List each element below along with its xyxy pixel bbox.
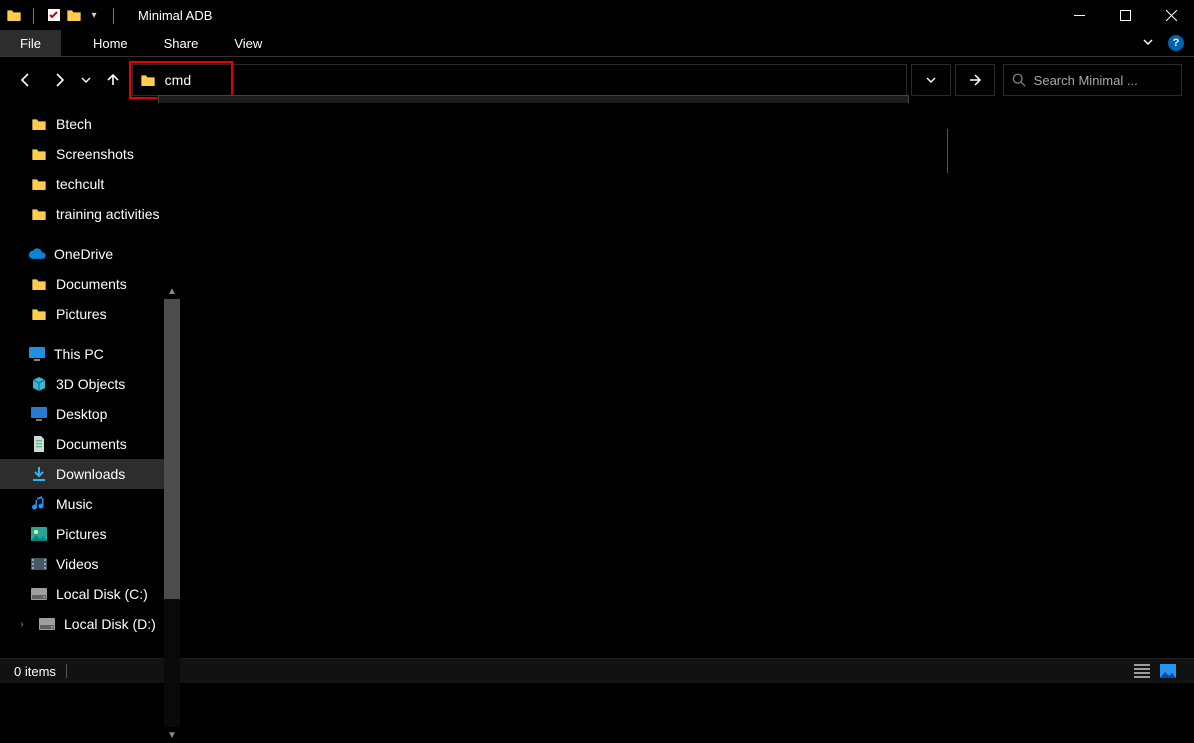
navigation-row: cmd Search for "cmd" Search Minimal ... bbox=[0, 57, 1194, 103]
sidebar-item-screenshots[interactable]: Screenshots bbox=[0, 139, 180, 169]
sidebar-item-onedrive-documents[interactable]: Documents bbox=[0, 269, 180, 299]
music-icon bbox=[30, 495, 48, 513]
sidebar-item-label: Desktop bbox=[56, 406, 107, 422]
folder-icon bbox=[30, 175, 48, 193]
view-details-button[interactable] bbox=[1130, 662, 1154, 680]
column-divider bbox=[947, 129, 948, 173]
sidebar-item-label: Local Disk (D:) bbox=[64, 616, 156, 632]
sidebar-item-btech[interactable]: Btech bbox=[0, 109, 180, 139]
sidebar-item-label: training activities bbox=[56, 206, 160, 222]
navigation-pane: Btech Screenshots techcult training acti… bbox=[0, 103, 180, 658]
sidebar-item-local-disk-d[interactable]: › Local Disk (D:) bbox=[0, 609, 180, 639]
address-input[interactable] bbox=[163, 71, 900, 89]
sidebar-item-desktop[interactable]: Desktop bbox=[0, 399, 180, 429]
sidebar-item-label: OneDrive bbox=[54, 246, 113, 262]
nav-recent-dropdown[interactable] bbox=[78, 65, 95, 95]
address-history-dropdown[interactable] bbox=[911, 64, 951, 96]
ribbon-collapse-icon[interactable] bbox=[1142, 36, 1154, 51]
nav-up-button[interactable] bbox=[99, 65, 128, 95]
help-icon[interactable]: ? bbox=[1168, 35, 1184, 51]
disk-icon bbox=[30, 585, 48, 603]
sidebar-item-downloads[interactable]: Downloads bbox=[0, 459, 180, 489]
folder-icon bbox=[30, 205, 48, 223]
tab-home[interactable]: Home bbox=[75, 30, 146, 56]
search-icon bbox=[1012, 73, 1026, 87]
document-icon bbox=[30, 435, 48, 453]
folder-icon bbox=[30, 145, 48, 163]
maximize-button[interactable] bbox=[1102, 0, 1148, 30]
sidebar-item-onedrive[interactable]: OneDrive bbox=[0, 239, 180, 269]
desktop-icon bbox=[30, 405, 48, 423]
address-folder-icon bbox=[139, 71, 157, 89]
sidebar-item-label: Downloads bbox=[56, 466, 125, 482]
picture-icon bbox=[30, 525, 48, 543]
folder-icon bbox=[30, 305, 48, 323]
sidebar-item-label: techcult bbox=[56, 176, 104, 192]
address-go-button[interactable] bbox=[955, 64, 995, 96]
scroll-up-icon[interactable]: ▲ bbox=[164, 283, 180, 299]
sidebar-item-label: This PC bbox=[54, 346, 104, 362]
search-placeholder: Search Minimal ... bbox=[1034, 73, 1138, 88]
qat-divider-icon: │ bbox=[26, 7, 42, 23]
view-thumbnails-button[interactable] bbox=[1156, 662, 1180, 680]
nav-back-button[interactable] bbox=[12, 65, 41, 95]
sidebar-item-label: Documents bbox=[56, 436, 127, 452]
window-title: Minimal ADB bbox=[138, 8, 212, 23]
status-separator bbox=[66, 664, 67, 678]
address-bar[interactable] bbox=[132, 64, 907, 96]
sidebar-item-3d-objects[interactable]: 3D Objects bbox=[0, 369, 180, 399]
status-item-count: 0 items bbox=[14, 664, 56, 679]
sidebar-item-label: Music bbox=[56, 496, 93, 512]
disk-icon bbox=[38, 615, 56, 633]
scroll-down-icon[interactable]: ▼ bbox=[164, 727, 180, 743]
titlebar: │ ▾ │ Minimal ADB bbox=[0, 0, 1194, 30]
qat-folder-icon[interactable] bbox=[66, 7, 82, 23]
video-icon bbox=[30, 555, 48, 573]
minimize-button[interactable] bbox=[1056, 0, 1102, 30]
sidebar-item-label: Documents bbox=[56, 276, 127, 292]
sidebar-item-label: 3D Objects bbox=[56, 376, 125, 392]
sidebar-item-documents[interactable]: Documents bbox=[0, 429, 180, 459]
main-area: Btech Screenshots techcult training acti… bbox=[0, 103, 1194, 658]
sidebar-item-local-disk-c[interactable]: Local Disk (C:) bbox=[0, 579, 180, 609]
sidebar-scrollbar[interactable]: ▲ ▼ bbox=[164, 283, 180, 743]
nav-forward-button[interactable] bbox=[45, 65, 74, 95]
monitor-icon bbox=[28, 345, 46, 363]
sidebar-item-training-activities[interactable]: training activities bbox=[0, 199, 180, 229]
close-button[interactable] bbox=[1148, 0, 1194, 30]
download-icon bbox=[30, 465, 48, 483]
sidebar-item-this-pc[interactable]: This PC bbox=[0, 339, 180, 369]
chevron-right-icon[interactable]: › bbox=[16, 619, 28, 630]
content-pane[interactable] bbox=[180, 103, 1194, 658]
search-box[interactable]: Search Minimal ... bbox=[1003, 64, 1182, 96]
qat-dropdown-icon[interactable]: ▾ bbox=[86, 7, 102, 23]
tab-file[interactable]: File bbox=[0, 30, 61, 56]
sidebar-item-videos[interactable]: Videos bbox=[0, 549, 180, 579]
sidebar-item-onedrive-pictures[interactable]: Pictures bbox=[0, 299, 180, 329]
qat-divider-icon: │ bbox=[106, 7, 122, 23]
tab-share[interactable]: Share bbox=[146, 30, 217, 56]
qat-properties-icon[interactable] bbox=[46, 7, 62, 23]
sidebar-item-label: Btech bbox=[56, 116, 92, 132]
cube-icon bbox=[30, 375, 48, 393]
sidebar-item-label: Pictures bbox=[56, 306, 107, 322]
folder-icon bbox=[30, 275, 48, 293]
sidebar-item-pictures[interactable]: Pictures bbox=[0, 519, 180, 549]
tab-view[interactable]: View bbox=[216, 30, 280, 56]
ribbon: File Home Share View ? bbox=[0, 30, 1194, 57]
sidebar-item-music[interactable]: Music bbox=[0, 489, 180, 519]
sidebar-item-label: Screenshots bbox=[56, 146, 134, 162]
sidebar-item-label: Local Disk (C:) bbox=[56, 586, 148, 602]
folder-icon bbox=[30, 115, 48, 133]
sidebar-item-label: Pictures bbox=[56, 526, 107, 542]
sidebar-item-label: Videos bbox=[56, 556, 99, 572]
app-folder-icon bbox=[6, 7, 22, 23]
cloud-icon bbox=[28, 245, 46, 263]
scroll-thumb[interactable] bbox=[164, 299, 180, 599]
sidebar-item-techcult[interactable]: techcult bbox=[0, 169, 180, 199]
